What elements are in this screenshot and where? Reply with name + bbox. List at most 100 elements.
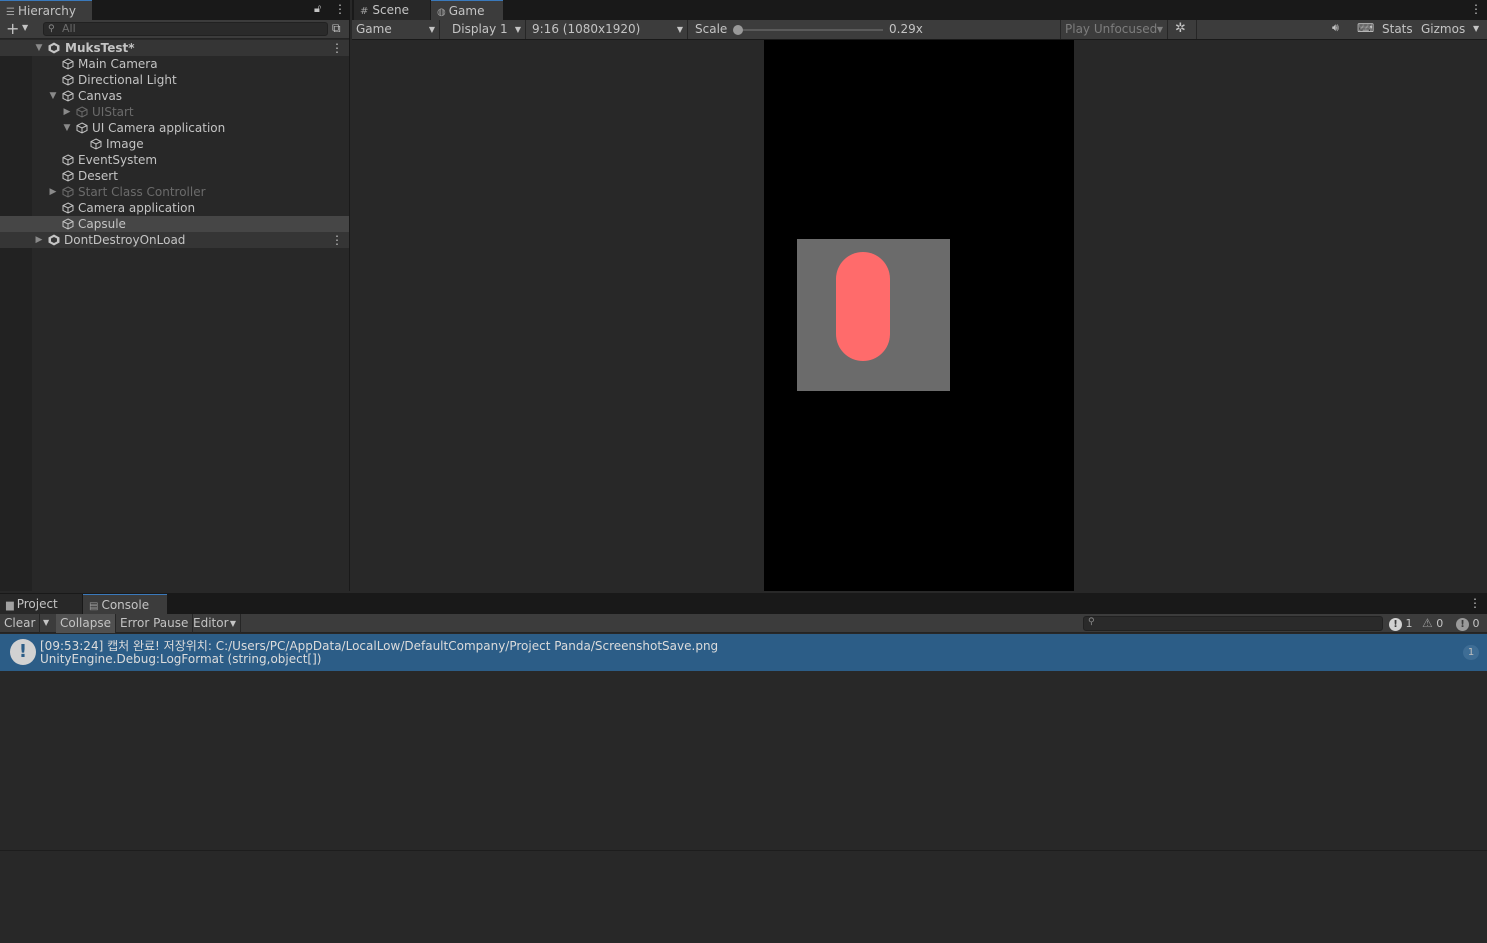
chevron-down-icon: ▼ [428,25,435,34]
gameobject-icon [62,218,74,230]
scene-visibility-icon[interactable]: ⧉ [332,21,341,36]
console-search-input[interactable]: ⚲ [1083,616,1383,631]
hierarchy-row-desert[interactable]: Desert [0,168,349,184]
info-counter[interactable]: ! 1 [1389,614,1413,633]
hierarchy-row-eventsystem[interactable]: EventSystem [0,152,349,168]
hierarchy-row-mukstest[interactable]: ▼ MuksTest* ⋮ [0,40,349,56]
info-count: 1 [1405,617,1413,630]
editor-label: Editor [193,616,229,630]
tab-hierarchy[interactable]: ☰ Hierarchy [0,0,92,20]
hierarchy-item-label: EventSystem [78,153,158,167]
hierarchy-item-label: Camera application [78,201,196,215]
gizmos-dropdown-icon[interactable]: ▼ [1473,24,1479,33]
log-stacktrace: UnityEngine.Debug:LogFormat (string,obje… [40,652,322,666]
chevron-down-icon: ▼ [676,25,683,34]
gameobject-icon [90,138,102,150]
lock-icon[interactable]: 🔓︎ [314,2,321,16]
scale-slider-track[interactable] [737,29,883,31]
gameobject-icon [62,202,74,214]
console-log-entry[interactable]: ! [09:53:24] 캡처 완료! 저장위치: C:/Users/PC/Ap… [0,634,1487,671]
collapse-label: Collapse [60,616,111,630]
hierarchy-row-uistart[interactable]: ▶ UIStart [0,104,349,120]
warning-counter[interactable]: ⚠ 0 [1422,614,1443,633]
hierarchy-item-label: DontDestroyOnLoad [64,233,186,247]
tab-game[interactable]: ◍ Game [431,0,503,20]
tab-hierarchy-label: Hierarchy [17,4,76,18]
gameobject-icon [62,186,74,198]
panel-menu-icon[interactable]: ⋮ [1470,2,1482,16]
collapse-arrow-icon[interactable]: ▶ [34,232,44,248]
scale-slider-thumb[interactable] [733,25,743,35]
game-mode-dropdown[interactable]: Game ▼ [352,20,440,39]
hierarchy-item-label: Main Camera [78,57,158,71]
hierarchy-item-label: UI Camera application [92,121,226,135]
clear-button[interactable]: Clear [0,614,41,633]
tab-project-label: Project [16,597,58,611]
detail-splitter[interactable] [0,850,1487,851]
chevron-down-icon: ▼ [229,619,236,628]
game-tabstrip: # Scene ◍ Game ⋮ [352,0,1487,20]
expand-arrow-icon[interactable]: ▼ [62,120,72,136]
tab-scene-label: Scene [372,3,409,17]
game-toolbar: Game ▼ Display 1 ▼ 9:16 (1080x1920) ▼ Scale… [352,20,1487,40]
search-icon: ⚲ [48,24,55,34]
expand-arrow-icon[interactable]: ▼ [48,88,58,104]
grid-icon: # [360,6,369,17]
error-count: 0 [1472,617,1480,630]
hierarchy-panel: ☰ Hierarchy 🔓︎ ⋮ + ▼ ⚲ All ⧉ ▼ MuksTest* … [0,0,350,591]
hierarchy-item-label: Capsule [78,217,126,231]
tab-game-label: Game [448,4,485,18]
resolution-dropdown[interactable]: 9:16 (1080x1920) ▼ [528,20,688,39]
search-icon: ⚲ [1088,617,1095,627]
audio-icon[interactable]: 🔊︎ [1332,21,1339,35]
display-dropdown[interactable]: Display 1 ▼ [448,20,526,39]
toolbar-divider [1196,20,1197,39]
display-label: Display 1 [452,22,508,36]
hierarchy-row-start-class-controller[interactable]: ▶ Start Class Controller [0,184,349,200]
add-dropdown-icon[interactable]: ▼ [22,23,28,32]
stats-button[interactable]: Stats [1382,22,1413,36]
scene-menu-icon[interactable]: ⋮ [331,40,343,56]
hierarchy-row-image[interactable]: Image [0,136,349,152]
play-mode-dropdown[interactable]: Play Unfocused ▼ [1060,20,1168,39]
tab-scene[interactable]: # Scene [354,0,430,20]
error-pause-toggle[interactable]: Error Pause [116,614,194,633]
panel-menu-icon[interactable]: ⋮ [1469,596,1481,610]
gameobject-icon [62,90,74,102]
collapse-arrow-icon[interactable]: ▶ [48,184,58,200]
game-viewport[interactable] [352,40,1487,591]
scene-menu-icon[interactable]: ⋮ [331,232,343,248]
collapse-arrow-icon[interactable]: ▶ [62,104,72,120]
collapse-toggle[interactable]: Collapse [56,614,116,633]
editor-dropdown[interactable]: Editor ▼ [189,614,241,633]
hierarchy-row-main-camera[interactable]: Main Camera [0,56,349,72]
add-icon[interactable]: + [6,19,19,38]
hierarchy-search-input[interactable]: ⚲ All [43,22,328,36]
tab-project[interactable]: ▆ Project [0,594,82,614]
clear-options-icon[interactable]: ▼ [43,618,49,627]
hierarchy-row-canvas[interactable]: ▼ Canvas [0,88,349,104]
gameobject-icon [62,74,74,86]
unity-scene-icon [48,234,60,246]
panel-menu-icon[interactable]: ⋮ [334,2,346,16]
console-toolbar: Clear ▼ Collapse Error Pause Editor ▼ ⚲ !… [0,614,1487,633]
folder-icon: ▆ [6,600,14,611]
error-counter[interactable]: ! 0 [1456,614,1480,633]
hierarchy-row-ui-camera-application[interactable]: ▼ UI Camera application [0,120,349,136]
hierarchy-row-directional-light[interactable]: Directional Light [0,72,349,88]
capsule-render [836,252,890,361]
hierarchy-row-capsule[interactable]: Capsule [0,216,349,232]
game-screen [764,40,1074,591]
hierarchy-row-dontdestroyonload[interactable]: ▶ DontDestroyOnLoad ⋮ [0,232,349,248]
scale-label: Scale [695,22,728,36]
hierarchy-item-label: Desert [78,169,118,183]
expand-arrow-icon[interactable]: ▼ [34,40,44,56]
keyboard-icon[interactable]: ⌨ [1357,21,1374,35]
bug-icon[interactable]: ✲ [1175,21,1186,36]
tab-console[interactable]: ▤ Console [83,594,167,614]
game-mode-label: Game [356,22,392,36]
hierarchy-row-camera-application[interactable]: Camera application [0,200,349,216]
play-mode-label: Play Unfocused [1065,22,1158,36]
gizmos-button[interactable]: Gizmos [1421,22,1465,36]
gameobject-icon [62,170,74,182]
